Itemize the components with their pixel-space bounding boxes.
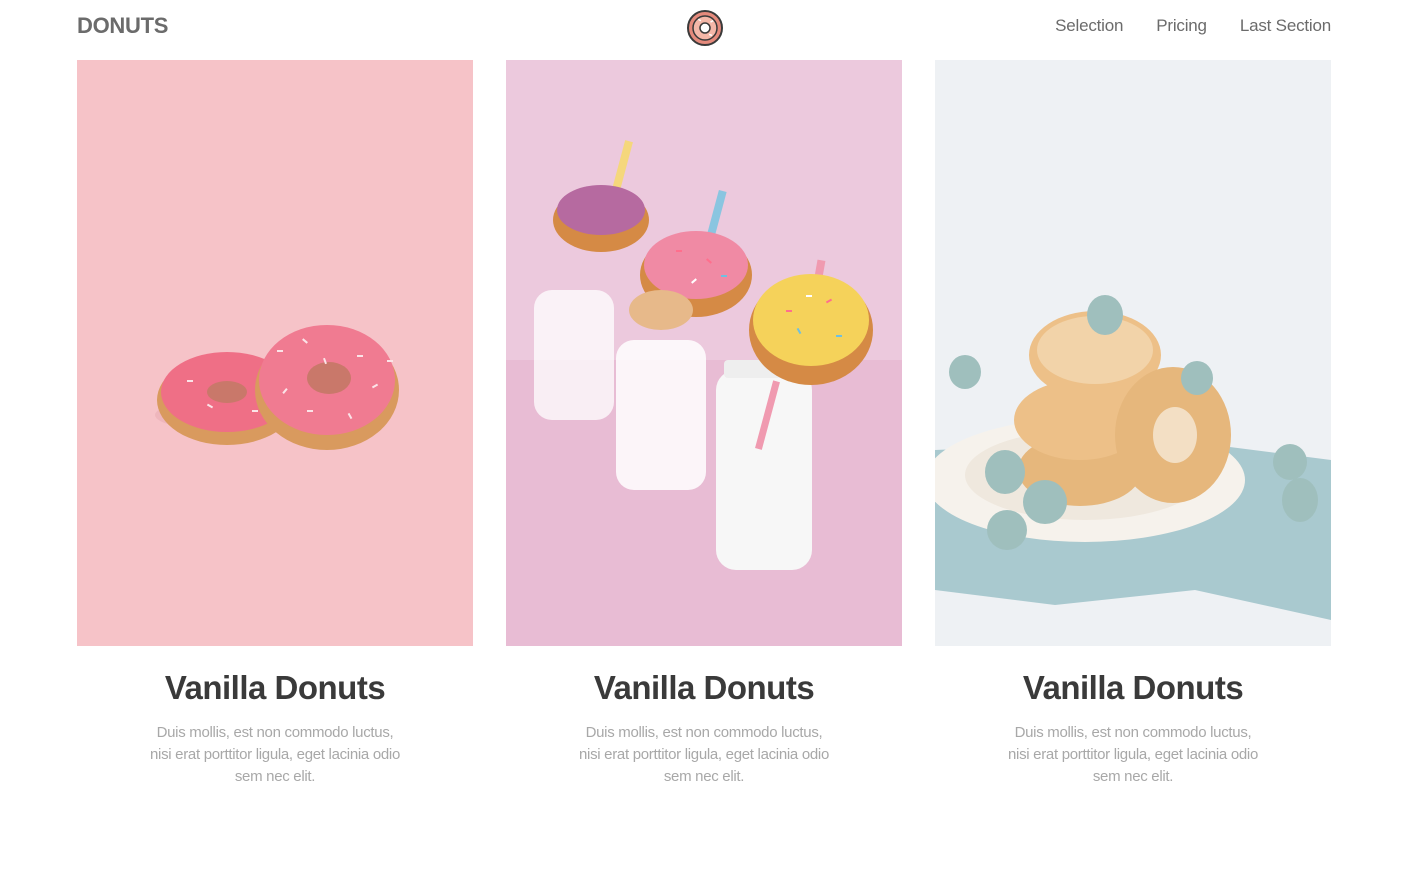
product-card: Vanilla Donuts Duis mollis, est non comm…	[77, 60, 473, 785]
card-description: Duis mollis, est non commodo luctus, nis…	[1008, 724, 1258, 785]
brand-logo-text[interactable]: DONUTS	[77, 13, 168, 39]
pink-donuts-photo	[77, 60, 473, 646]
nav-link-selection[interactable]: Selection	[1055, 16, 1123, 36]
card-description: Duis mollis, est non commodo luctus, nis…	[150, 724, 400, 785]
main-nav: Selection Pricing Last Section	[1055, 16, 1331, 36]
site-header: DONUTS Selection Pricing Last Section	[77, 0, 1331, 58]
donut-logo-icon[interactable]	[686, 9, 724, 47]
product-card: Vanilla Donuts Duis mollis, est non comm…	[506, 60, 902, 785]
product-card: Vanilla Donuts Duis mollis, est non comm…	[935, 60, 1331, 785]
nav-link-pricing[interactable]: Pricing	[1156, 16, 1207, 36]
card-title: Vanilla Donuts	[164, 669, 386, 706]
nav-link-last-section[interactable]: Last Section	[1240, 16, 1331, 36]
card-description: Duis mollis, est non commodo luctus, nis…	[579, 724, 829, 785]
card-title: Vanilla Donuts	[1022, 669, 1244, 706]
stacked-donuts-plate-photo	[935, 60, 1331, 646]
card-title: Vanilla Donuts	[593, 669, 815, 706]
donuts-on-milk-bottles-photo	[506, 60, 902, 646]
